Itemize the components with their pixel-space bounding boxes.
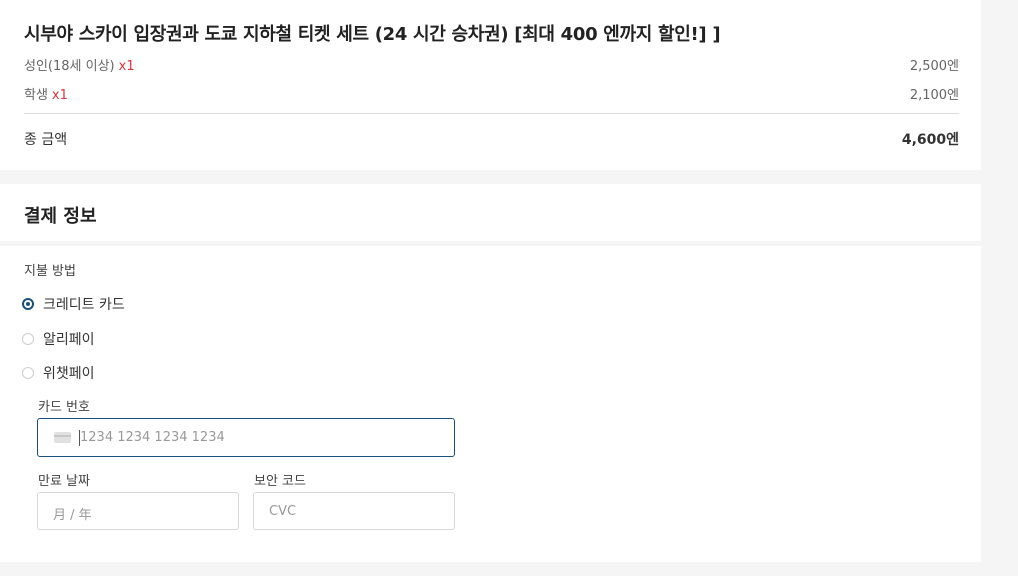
payment-title: 결제 정보: [24, 206, 97, 227]
line-item-adult: 성인(18세 이상) x1 2,500엔: [24, 55, 959, 75]
line-item-label: 학생: [24, 88, 48, 103]
payment-method-label-text[interactable]: 위챗페이: [43, 363, 95, 383]
radio-button[interactable]: [22, 298, 34, 310]
line-item-label: 성인(18세 이상): [24, 59, 115, 74]
line-item-price: 2,500엔: [909, 59, 959, 74]
cvc-input[interactable]: CVC: [253, 492, 455, 530]
expiry-label: 만료 날짜: [38, 474, 90, 489]
cvc-placeholder: CVC: [269, 504, 297, 519]
card-number-placeholder: 1234 1234 1234 1234: [80, 430, 225, 445]
line-item-qty: x1: [118, 59, 135, 74]
expiry-placeholder: 月 / 年: [53, 508, 92, 523]
payment-method-wechatpay[interactable]: 위챗페이: [22, 362, 95, 384]
radio-button[interactable]: [22, 333, 34, 345]
payment-method-label: 지불 방법: [24, 264, 76, 279]
line-item-student: 학생 x1 2,100엔: [24, 84, 959, 104]
payment-method-label-text[interactable]: 크레디트 카드: [43, 294, 125, 314]
cvc-label: 보안 코드: [254, 474, 306, 489]
product-title: 시부야 스카이 입장권과 도쿄 지하철 티켓 세트 (24 시간 승차권) [최…: [24, 24, 721, 45]
card-number-label: 카드 번호: [38, 400, 90, 415]
total-amount: 4,600엔: [901, 132, 959, 148]
payment-header: 결제 정보: [0, 184, 981, 241]
payment-method-alipay[interactable]: 알리페이: [22, 328, 95, 350]
expiry-input[interactable]: 月 / 年: [37, 492, 239, 530]
radio-button[interactable]: [22, 367, 34, 379]
total-label: 종 금액: [24, 132, 68, 148]
line-item-price: 2,100엔: [909, 88, 959, 103]
card-number-input[interactable]: 1234 1234 1234 1234: [37, 418, 455, 457]
line-item-qty: x1: [51, 88, 68, 103]
payment-method-label-text[interactable]: 알리페이: [43, 329, 95, 349]
payment-form: 지불 방법 크레디트 카드 알리페이 위챗페이 카드 번호 1234 1234 …: [0, 246, 981, 562]
order-summary: 시부야 스카이 입장권과 도쿄 지하철 티켓 세트 (24 시간 승차권) [최…: [0, 0, 981, 170]
payment-method-credit-card[interactable]: 크레디트 카드: [22, 293, 125, 315]
credit-card-icon: [54, 432, 71, 443]
summary-divider: [24, 113, 959, 114]
total-row: 종 금액 4,600엔: [24, 129, 959, 151]
